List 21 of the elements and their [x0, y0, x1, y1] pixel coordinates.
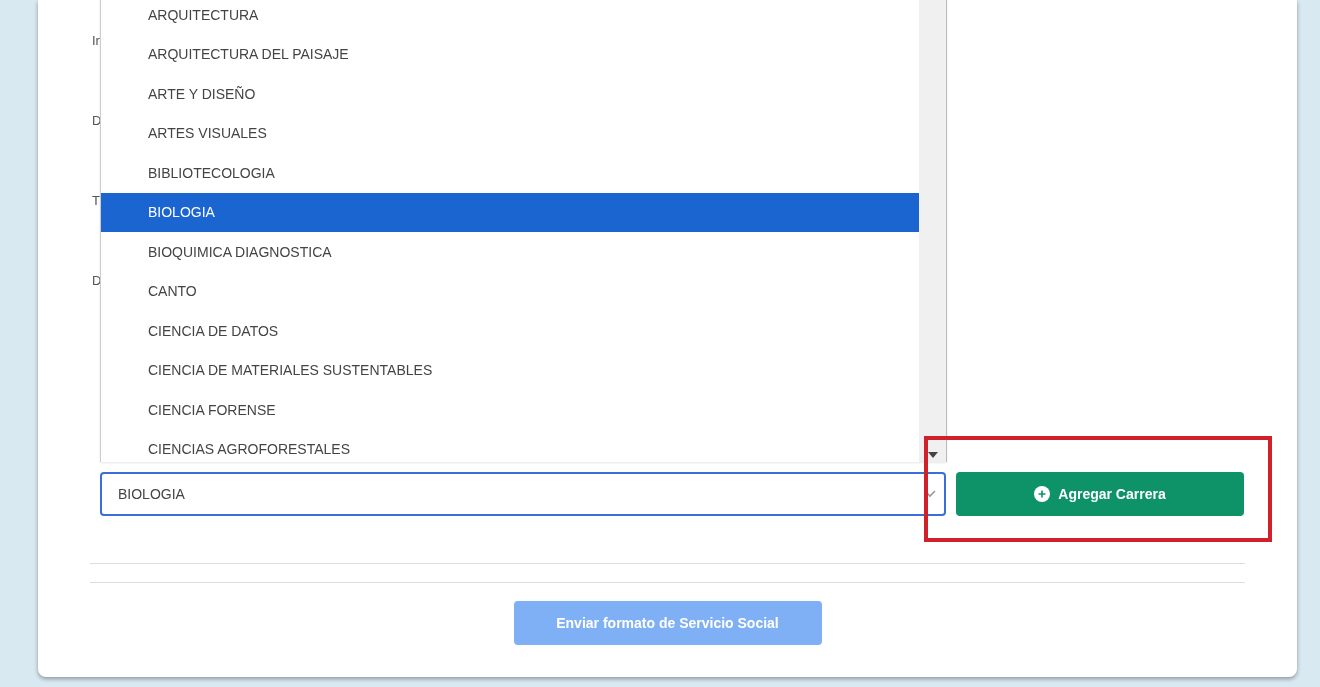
field-label: D [92, 112, 100, 129]
plus-circle-icon [1034, 486, 1051, 502]
dropdown-option[interactable]: ARQUITECTURA DEL PAISAJE [101, 34, 919, 74]
dropdown-option[interactable]: BIOQUIMICA DIAGNOSTICA [101, 232, 919, 272]
scroll-down-icon[interactable] [927, 452, 938, 458]
dropdown-option[interactable]: CIENCIA DE MATERIALES SUSTENTABLES [101, 350, 919, 390]
scrollbar[interactable] [919, 0, 947, 462]
field-label: Ir [92, 32, 100, 49]
dropdown-option[interactable]: ARQUITECTURA [101, 0, 919, 35]
dropdown-option[interactable]: ARTE Y DISEÑO [101, 74, 919, 114]
dropdown-option[interactable]: CANTO [101, 271, 919, 311]
dropdown-option[interactable]: CIENCIAS AGROFORESTALES [101, 429, 919, 469]
add-career-button[interactable]: Agregar Carrera [956, 472, 1244, 516]
field-label: T [92, 192, 100, 209]
dropdown-option[interactable]: CIENCIA FORENSE [101, 390, 919, 430]
dropdown-option[interactable]: CIENCIA DE DATOS [101, 311, 919, 351]
career-select[interactable]: BIOLOGIA [100, 472, 946, 516]
dropdown-option[interactable]: BIOLOGIA [101, 192, 919, 232]
field-label: D [92, 272, 100, 289]
dropdown-option[interactable]: ARTES VISUALES [101, 113, 919, 153]
dropdown-option[interactable]: BIBLIOTECOLOGIA [101, 153, 919, 193]
